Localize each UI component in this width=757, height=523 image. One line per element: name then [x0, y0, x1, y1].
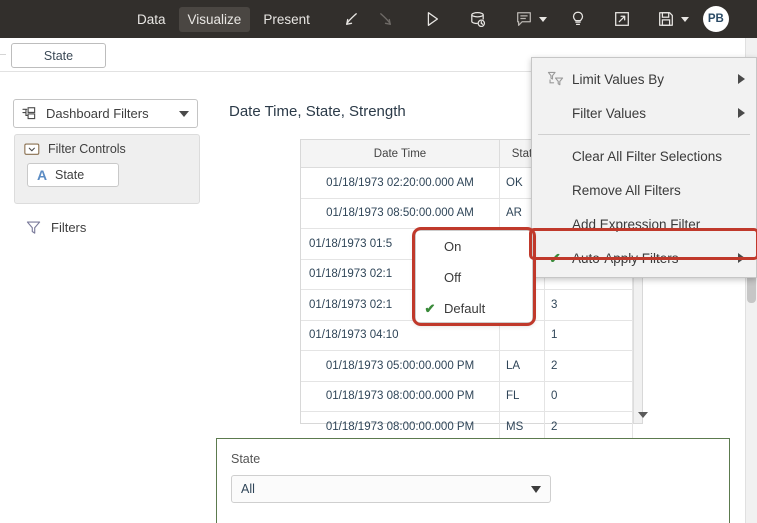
menu-item-add-expression-filter[interactable]: Add Expression Filter: [532, 207, 756, 241]
scroll-down-arrow-icon[interactable]: [638, 412, 648, 418]
menu-item-label: Filter Values: [572, 106, 646, 121]
top-toolbar: Data Visualize Present: [0, 0, 757, 38]
tabstrip-divider: [0, 54, 6, 55]
menu-item-clear-all-filter-selections[interactable]: Clear All Filter Selections: [532, 139, 756, 173]
comments-caret-icon[interactable]: [539, 17, 547, 22]
text-field-icon: A: [35, 167, 49, 183]
cell-state: FL: [500, 381, 545, 412]
table-row[interactable]: 01/18/1973 08:00:00.000 PM FL 0: [301, 381, 633, 412]
user-avatar[interactable]: PB: [703, 6, 729, 32]
filter-control-icon: [24, 143, 40, 156]
submenu-item-label: On: [444, 239, 461, 254]
app-root: Data Visualize Present: [0, 0, 757, 523]
cell-datetime: 01/18/1973 08:00:00.000 PM: [301, 381, 500, 412]
filters-label: Filters: [51, 220, 86, 235]
cell-datetime: 01/18/1973 05:00:00.000 PM: [301, 351, 500, 382]
menu-item-label: Auto-Apply Filters: [572, 251, 679, 266]
submenu-item-on[interactable]: On: [416, 231, 532, 262]
cell-strength: 1: [545, 320, 633, 351]
dashboard-filters-label: Dashboard Filters: [46, 106, 179, 121]
menu-item-label: Remove All Filters: [572, 183, 681, 198]
comments-icon[interactable]: [509, 6, 539, 32]
chevron-down-icon[interactable]: [531, 486, 541, 493]
menu-item-remove-all-filters[interactable]: Remove All Filters: [532, 173, 756, 207]
export-icon[interactable]: [607, 6, 637, 32]
table-row[interactable]: 01/18/1973 04:10 1: [301, 320, 633, 351]
limit-values-icon: [542, 71, 568, 87]
menu-item-label: Limit Values By: [572, 72, 664, 87]
menu-item-limit-values-by[interactable]: Limit Values By: [532, 62, 756, 96]
save-icon[interactable]: [651, 6, 681, 32]
cell-strength: 2: [545, 351, 633, 382]
cell-datetime: 01/18/1973 02:20:00.000 AM: [301, 168, 500, 199]
submenu-item-off[interactable]: Off: [416, 262, 532, 293]
submenu-item-label: Off: [444, 270, 461, 285]
cell-strength: 3: [545, 290, 633, 321]
redo-icon[interactable]: [371, 6, 401, 32]
table-row[interactable]: 01/18/1973 05:00:00.000 PM LA 2: [301, 351, 633, 382]
save-caret-icon[interactable]: [681, 17, 689, 22]
submenu-item-label: Default: [444, 301, 485, 316]
nav-tab-present[interactable]: Present: [254, 7, 319, 32]
dashboard-filters-dropdown[interactable]: Dashboard Filters: [13, 99, 198, 128]
checkmark-icon: ✔: [416, 301, 444, 317]
chevron-down-icon[interactable]: [179, 111, 189, 117]
submenu-arrow-icon: [738, 108, 745, 118]
filters-section[interactable]: Filters: [26, 220, 86, 235]
page-tab-state[interactable]: State: [11, 43, 106, 68]
funnel-icon: [26, 220, 41, 235]
filter-control-item-state[interactable]: A State: [27, 163, 119, 187]
menu-item-label: Clear All Filter Selections: [572, 149, 722, 164]
control-panel-label: State: [231, 452, 260, 466]
cell-datetime: 01/18/1973 04:10: [301, 320, 500, 351]
cell-datetime: 01/18/1973 08:50:00.000 AM: [301, 198, 500, 229]
dashboard-filters-icon: [22, 107, 37, 121]
menu-item-auto-apply-filters[interactable]: ✔ Auto-Apply Filters: [532, 241, 756, 275]
column-header-datetime[interactable]: Date Time: [301, 140, 500, 168]
visualization-title: Date Time, State, Strength: [229, 103, 406, 120]
filter-controls-header: Filter Controls: [15, 135, 199, 156]
cell-strength: 0: [545, 381, 633, 412]
left-filter-panel: Dashboard Filters Filter Controls A Stat…: [0, 72, 213, 523]
menu-item-label: Add Expression Filter: [572, 217, 700, 232]
filter-controls-label: Filter Controls: [48, 142, 126, 156]
auto-apply-submenu: On Off ✔ Default: [415, 230, 533, 323]
menu-separator: [538, 134, 750, 135]
menu-item-filter-values[interactable]: Filter Values: [532, 96, 756, 130]
insight-bulb-icon[interactable]: [563, 6, 593, 32]
state-filter-value: All: [241, 482, 531, 496]
submenu-arrow-icon: [738, 253, 745, 263]
filter-controls-group: Filter Controls A State: [14, 134, 200, 204]
nav-tab-visualize[interactable]: Visualize: [179, 7, 251, 32]
data-refresh-icon[interactable]: [463, 6, 493, 32]
state-filter-dropdown[interactable]: All: [231, 475, 551, 503]
checkmark-icon: ✔: [542, 250, 568, 267]
nav-tab-data[interactable]: Data: [128, 7, 175, 32]
filter-context-menu: Limit Values By Filter Values Clear All …: [531, 57, 757, 278]
top-toolbar-items: Data Visualize Present: [128, 6, 729, 32]
cell-state: LA: [500, 351, 545, 382]
play-icon[interactable]: [417, 6, 447, 32]
filter-control-panel: State All: [216, 438, 730, 523]
submenu-arrow-icon: [738, 74, 745, 84]
undo-icon[interactable]: [337, 6, 367, 32]
cell-state: [500, 320, 545, 351]
filter-control-item-label: State: [55, 168, 84, 182]
submenu-item-default[interactable]: ✔ Default: [416, 293, 532, 324]
